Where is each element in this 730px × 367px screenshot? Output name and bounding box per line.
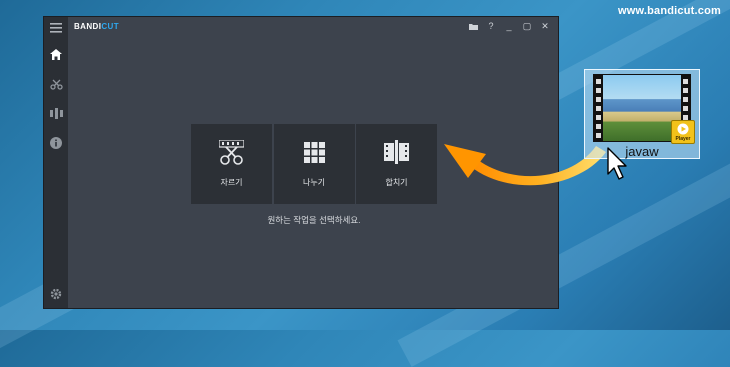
minimize-button[interactable]: _ (500, 19, 518, 33)
cut-icon[interactable] (44, 73, 68, 95)
grid-split-icon (303, 142, 325, 163)
split-icon[interactable] (44, 102, 68, 124)
join-action-button[interactable]: 합치기 (356, 124, 437, 204)
settings-gear-icon[interactable] (44, 283, 68, 305)
help-button[interactable]: ? (482, 19, 500, 33)
title-bar: BANDICUT ? _ ▢ ✕ (68, 17, 558, 37)
action-panel: 자르기 나누기 합치기 (191, 124, 437, 204)
close-button[interactable]: ✕ (536, 19, 554, 33)
player-badge-icon: Player (671, 120, 695, 144)
sidebar (44, 17, 68, 308)
open-folder-button[interactable] (464, 19, 482, 33)
watermark-link: www.bandicut.com (617, 5, 721, 17)
select-task-prompt: 원하는 작업을 선택하세요. (267, 215, 361, 225)
scissors-film-icon (219, 140, 244, 165)
split-action-button[interactable]: 나누기 (273, 124, 355, 204)
maximize-button[interactable]: ▢ (518, 19, 536, 33)
cut-action-button[interactable]: 자르기 (191, 124, 272, 204)
join-action-label: 합치기 (385, 178, 408, 187)
app-logo: BANDICUT (74, 22, 119, 31)
menu-icon[interactable] (44, 17, 68, 39)
home-icon[interactable] (44, 43, 68, 65)
file-name-label: javaw (625, 144, 659, 159)
desktop-file-icon[interactable]: Player javaw (584, 69, 700, 159)
split-action-label: 나누기 (302, 178, 326, 187)
info-icon[interactable] (44, 132, 68, 154)
join-film-icon (384, 140, 409, 164)
mouse-cursor-icon (607, 147, 627, 180)
cut-action-label: 자르기 (220, 178, 243, 187)
